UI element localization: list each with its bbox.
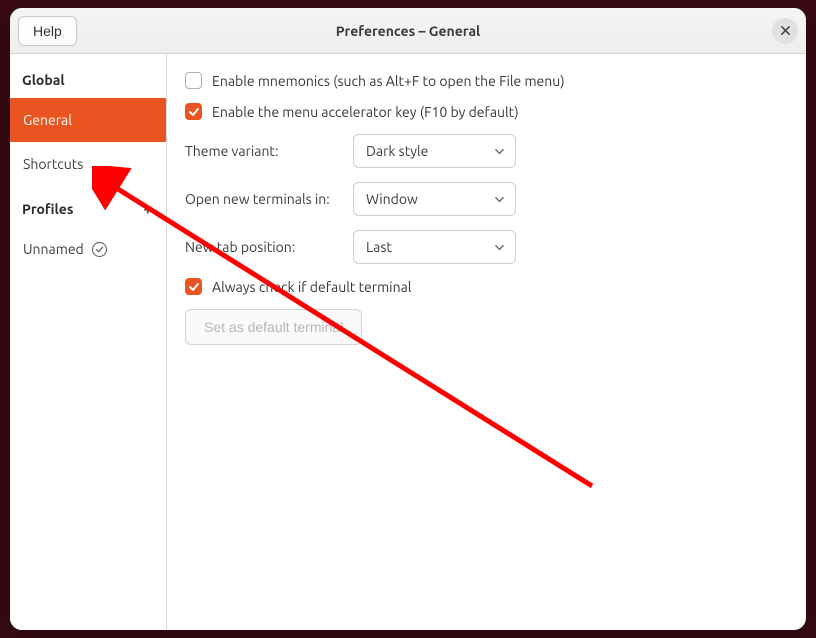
add-profile-icon[interactable]: + <box>142 200 154 217</box>
theme-value: Dark style <box>366 143 428 159</box>
chevron-down-icon <box>494 242 505 253</box>
body: Global General Shortcuts Profiles + Unna… <box>10 54 806 630</box>
open-value: Window <box>366 191 418 207</box>
sidebar: Global General Shortcuts Profiles + Unna… <box>10 54 167 630</box>
chevron-down-icon <box>494 146 505 157</box>
theme-combo[interactable]: Dark style <box>353 134 516 168</box>
mnemonics-checkbox[interactable] <box>185 72 202 89</box>
default-check-label[interactable]: Always check if default terminal <box>212 279 411 295</box>
close-button[interactable] <box>772 18 798 44</box>
check-icon <box>188 106 200 118</box>
open-label: Open new terminals in: <box>185 191 343 207</box>
titlebar: Help Preferences – General <box>10 8 806 54</box>
sidebar-header-profiles: Profiles + <box>10 186 166 227</box>
sidebar-global-label: Global <box>22 72 65 88</box>
sidebar-item-label: General <box>23 112 72 128</box>
preferences-window: Help Preferences – General Global Genera… <box>10 8 806 630</box>
row-accelerator: Enable the menu accelerator key (F10 by … <box>185 103 788 120</box>
sidebar-profiles-label: Profiles <box>22 201 73 217</box>
open-combo[interactable]: Window <box>353 182 516 216</box>
sidebar-header-global: Global <box>10 58 166 98</box>
check-icon <box>188 281 200 293</box>
default-profile-icon <box>92 242 107 257</box>
help-button[interactable]: Help <box>18 16 77 46</box>
tabpos-label: New tab position: <box>185 239 343 255</box>
sidebar-item-shortcuts[interactable]: Shortcuts <box>10 142 166 186</box>
sidebar-item-general[interactable]: General <box>10 98 166 142</box>
row-open-in: Open new terminals in: Window <box>185 182 788 216</box>
row-mnemonics: Enable mnemonics (such as Alt+F to open … <box>185 72 788 89</box>
tabpos-value: Last <box>366 239 392 255</box>
sidebar-item-profile-unnamed[interactable]: Unnamed <box>10 227 166 271</box>
content-pane: Enable mnemonics (such as Alt+F to open … <box>167 54 806 630</box>
mnemonics-label[interactable]: Enable mnemonics (such as Alt+F to open … <box>212 73 565 89</box>
chevron-down-icon <box>494 194 505 205</box>
window-title: Preferences – General <box>10 23 806 39</box>
close-icon <box>780 25 791 36</box>
default-check-checkbox[interactable] <box>185 278 202 295</box>
tabpos-combo[interactable]: Last <box>353 230 516 264</box>
accelerator-checkbox[interactable] <box>185 103 202 120</box>
sidebar-item-label: Unnamed <box>23 241 84 257</box>
row-default-check: Always check if default terminal <box>185 278 788 295</box>
accelerator-label[interactable]: Enable the menu accelerator key (F10 by … <box>212 104 519 120</box>
row-theme: Theme variant: Dark style <box>185 134 788 168</box>
row-tab-position: New tab position: Last <box>185 230 788 264</box>
set-default-terminal-button: Set as default terminal <box>185 309 362 345</box>
row-default-button: Set as default terminal <box>185 309 788 345</box>
theme-label: Theme variant: <box>185 143 343 159</box>
sidebar-item-label: Shortcuts <box>23 156 83 172</box>
